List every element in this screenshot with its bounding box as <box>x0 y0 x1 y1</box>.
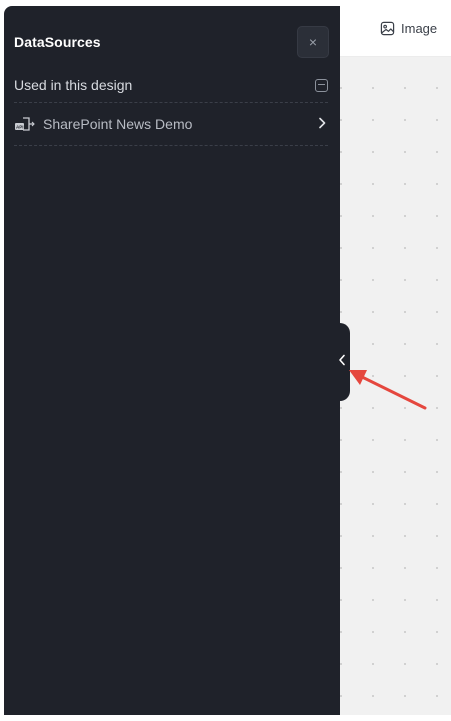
design-canvas[interactable]: Image <box>340 6 451 715</box>
canvas-toolbar: Image <box>340 6 451 57</box>
panel-collapse-handle[interactable] <box>334 323 350 401</box>
image-tool-label: Image <box>401 21 438 36</box>
close-icon: × <box>308 34 318 50</box>
image-tool-button[interactable]: Image <box>380 21 437 36</box>
datasource-item[interactable]: API SharePoint News Demo <box>14 103 328 146</box>
chevron-right-icon <box>316 116 328 132</box>
panel-title: DataSources <box>14 34 101 50</box>
minus-square-icon[interactable] <box>315 78 328 92</box>
svg-text:API: API <box>16 125 24 130</box>
section-label: Used in this design <box>14 77 133 93</box>
image-icon <box>380 21 395 36</box>
api-icon: API <box>14 115 38 133</box>
section-used-in-design: Used in this design <box>14 68 328 103</box>
chevron-left-icon <box>338 353 346 371</box>
datasource-label: SharePoint News Demo <box>43 116 193 132</box>
datasources-panel: DataSources × Used in this design API Sh… <box>4 6 340 715</box>
screen: Image DataSources × Used in this design … <box>0 0 451 721</box>
close-button[interactable]: × <box>297 26 329 58</box>
